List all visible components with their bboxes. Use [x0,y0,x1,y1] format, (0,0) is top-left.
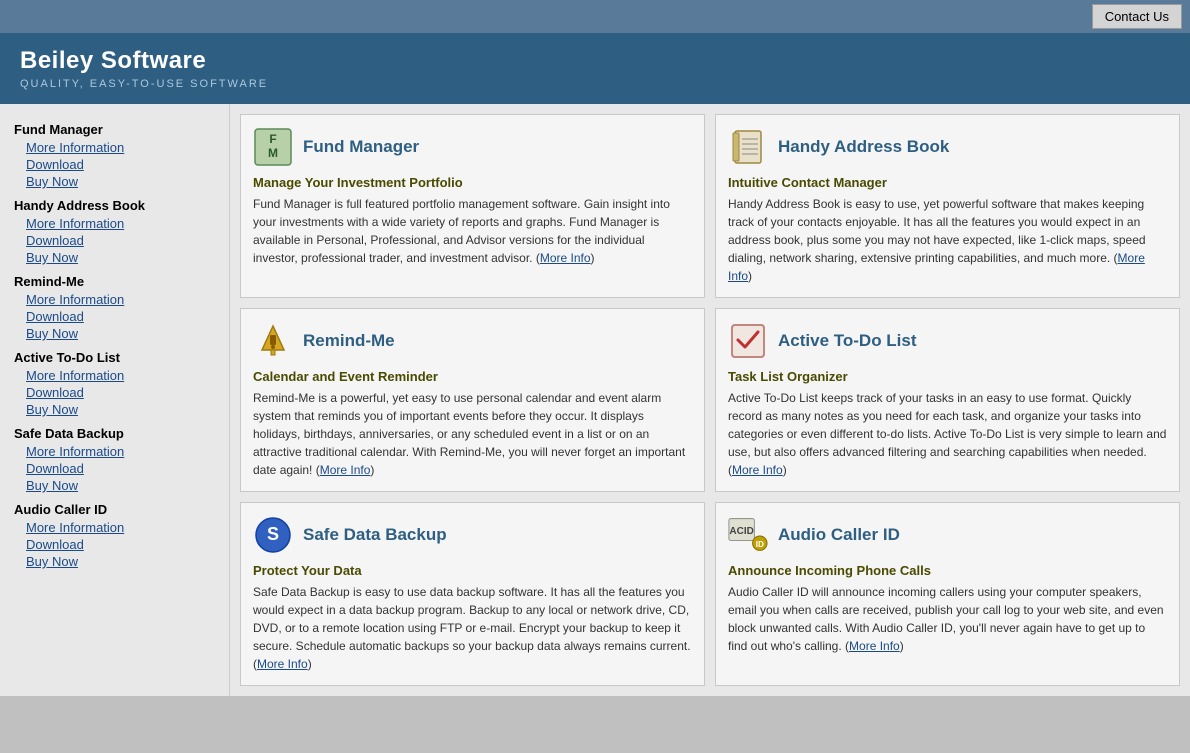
product-card-audio-caller-id: ACID ID Audio Caller ID Announce Incoming… [715,502,1180,686]
product-card-active-todo-list: Active To-Do List Task List Organizer Acti… [715,308,1180,492]
main-content: Fund ManagerMore InformationDownloadBuy … [0,104,1190,696]
sidebar-link-sdb-buy[interactable]: Buy Now [14,477,229,494]
product-description: Fund Manager is full featured portfolio … [253,195,692,267]
sidebar-section-title: Handy Address Book [14,198,229,213]
svg-text:M: M [268,146,278,160]
sidebar-link-atd-download[interactable]: Download [14,384,229,401]
product-title: Fund Manager [303,137,419,157]
product-subtitle: Announce Incoming Phone Calls [728,563,1167,578]
more-info-link[interactable]: More Info [320,463,371,477]
product-title: Remind-Me [303,331,395,351]
product-card-header: F M Fund Manager [253,127,692,167]
product-subtitle: Task List Organizer [728,369,1167,384]
acid-icon: ACID ID [728,515,768,555]
site-subtitle: QUALITY, EASY-TO-USE SOFTWARE [20,78,1170,90]
sidebar-link-hab-more[interactable]: More Information [14,215,229,232]
product-title: Audio Caller ID [778,525,900,545]
sidebar-link-atd-buy[interactable]: Buy Now [14,401,229,418]
svg-text:S: S [267,524,279,544]
more-info-link[interactable]: More Info [849,639,900,653]
product-card-header: S Safe Data Backup [253,515,692,555]
product-card-remind-me: Remind-Me Calendar and Event Reminder Remi… [240,308,705,492]
sidebar-link-rm-buy[interactable]: Buy Now [14,325,229,342]
top-bar: Contact Us [0,0,1190,33]
product-card-header: Remind-Me [253,321,692,361]
svg-text:ID: ID [756,540,764,549]
sidebar-link-acid-more[interactable]: More Information [14,519,229,536]
sidebar-link-fm-download[interactable]: Download [14,156,229,173]
product-card-safe-data-backup: S Safe Data Backup Protect Your Data Safe … [240,502,705,686]
product-card-fund-manager: F M Fund Manager Manage Your Investment P… [240,114,705,298]
more-info-link[interactable]: More Info [728,251,1145,283]
product-subtitle: Protect Your Data [253,563,692,578]
sidebar-link-atd-more[interactable]: More Information [14,367,229,384]
product-subtitle: Manage Your Investment Portfolio [253,175,692,190]
sidebar-link-hab-download[interactable]: Download [14,232,229,249]
sdb-icon: S [253,515,293,555]
product-description: Audio Caller ID will announce incoming c… [728,583,1167,655]
product-title: Active To-Do List [778,331,917,351]
sidebar-section-title: Safe Data Backup [14,426,229,441]
contact-us-button[interactable]: Contact Us [1092,4,1182,29]
product-subtitle: Intuitive Contact Manager [728,175,1167,190]
product-grid: F M Fund Manager Manage Your Investment P… [230,104,1190,696]
sidebar-link-hab-buy[interactable]: Buy Now [14,249,229,266]
product-title: Handy Address Book [778,137,949,157]
product-description: Safe Data Backup is easy to use data bac… [253,583,692,673]
rm-icon [253,321,293,361]
sidebar-link-sdb-more[interactable]: More Information [14,443,229,460]
sidebar-link-fm-more[interactable]: More Information [14,139,229,156]
fm-icon: F M [253,127,293,167]
sidebar-section-title: Audio Caller ID [14,502,229,517]
sidebar-section-title: Remind-Me [14,274,229,289]
sidebar-link-sdb-download[interactable]: Download [14,460,229,477]
product-description: Active To-Do List keeps track of your ta… [728,389,1167,479]
more-info-link[interactable]: More Info [257,657,308,671]
more-info-link[interactable]: More Info [732,463,783,477]
svg-text:F: F [269,132,276,146]
sidebar-link-rm-download[interactable]: Download [14,308,229,325]
product-subtitle: Calendar and Event Reminder [253,369,692,384]
site-title: Beiley Software [20,47,1170,75]
svg-text:ACID: ACID [729,526,753,537]
sidebar-link-acid-buy[interactable]: Buy Now [14,553,229,570]
product-title: Safe Data Backup [303,525,447,545]
site-header: Beiley Software QUALITY, EASY-TO-USE SOF… [0,33,1190,104]
sidebar-section-title: Fund Manager [14,122,229,137]
sidebar-link-acid-download[interactable]: Download [14,536,229,553]
product-card-header: Handy Address Book [728,127,1167,167]
sidebar-link-rm-more[interactable]: More Information [14,291,229,308]
product-card-header: Active To-Do List [728,321,1167,361]
product-description: Remind-Me is a powerful, yet easy to use… [253,389,692,479]
hab-icon [728,127,768,167]
sidebar-section-title: Active To-Do List [14,350,229,365]
sidebar-link-fm-buy[interactable]: Buy Now [14,173,229,190]
more-info-link[interactable]: More Info [540,251,591,265]
atd-icon [728,321,768,361]
sidebar: Fund ManagerMore InformationDownloadBuy … [0,104,230,696]
product-description: Handy Address Book is easy to use, yet p… [728,195,1167,285]
product-card-handy-address-book: Handy Address Book Intuitive Contact Mana… [715,114,1180,298]
product-card-header: ACID ID Audio Caller ID [728,515,1167,555]
